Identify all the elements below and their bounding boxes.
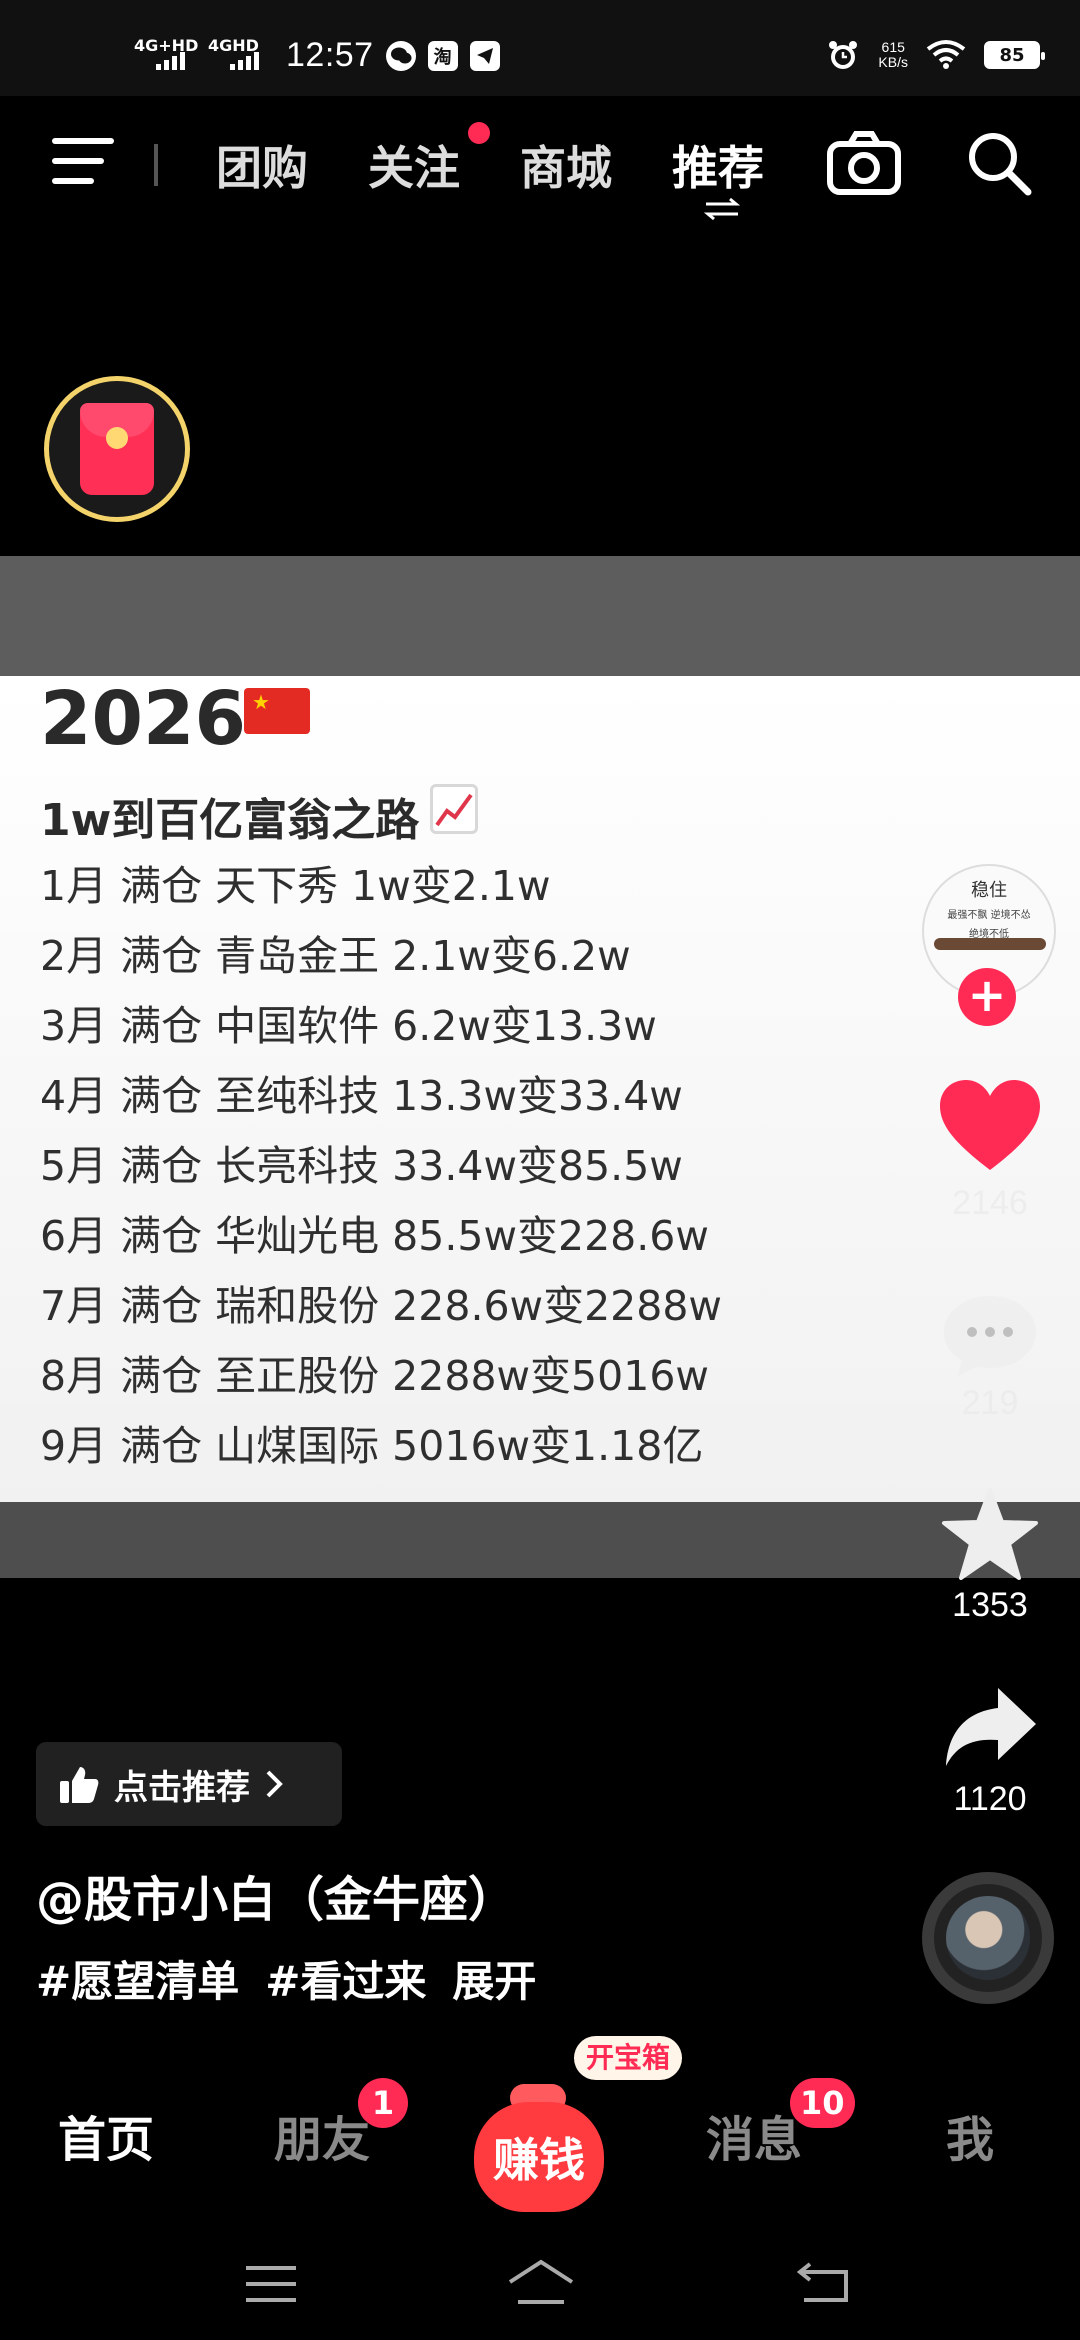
camera-icon[interactable] (826, 130, 902, 196)
signal-4g-plus: 4G+HD (134, 37, 198, 74)
friends-badge: 1 (358, 2078, 408, 2128)
wifi-icon (926, 40, 966, 69)
recommend-button[interactable]: 点击推荐 (36, 1742, 342, 1826)
notification-dot (468, 122, 490, 144)
share-count: 1120 (953, 1780, 1027, 1818)
bottom-tab-bar: 首页 朋友 1 赚钱 消息 10 我 (0, 2060, 1080, 2212)
author-name[interactable]: @股市小白（金牛座） (36, 1860, 516, 1930)
messages-badge: 10 (790, 2078, 855, 2128)
china-flag-icon (244, 688, 310, 734)
chevron-right-icon (266, 1770, 283, 1798)
tab-messages[interactable]: 消息 (706, 2100, 802, 2170)
chart-increasing-icon (430, 784, 478, 834)
signal-bars-icon (156, 51, 185, 70)
follow-button[interactable]: + (958, 968, 1016, 1026)
comment-count: 219 (961, 1384, 1019, 1422)
hashtag[interactable]: #看过来 (265, 1948, 426, 2009)
tab-earn[interactable]: 赚钱 (470, 2084, 606, 2212)
video-line: 9月 满仓 山煤国际 5016w变1.18亿 (40, 1422, 704, 1470)
tab-group-buy[interactable]: 团购 (216, 132, 308, 198)
thumbs-up-icon (60, 1767, 99, 1803)
like-count: 2146 (952, 1184, 1028, 1222)
music-cover (946, 1896, 1030, 1980)
status-right: 615 KB/s 85 (826, 38, 1045, 72)
hashtags: #愿望清单 #看过来 展开 (36, 1948, 536, 2009)
status-left: 4G+HD 4GHD 12:57 淘 (134, 36, 500, 75)
tab-home[interactable]: 首页 (58, 2100, 154, 2170)
taobao-icon: 淘 (427, 40, 458, 71)
favorite-count: 1353 (952, 1586, 1028, 1624)
wechat-icon (385, 40, 416, 71)
expand-link[interactable]: 展开 (452, 1948, 536, 2009)
tab-following[interactable]: 关注 (368, 132, 460, 198)
clock: 12:57 (286, 36, 374, 74)
swap-arrows-icon (704, 197, 740, 221)
network-speed: 615 KB/s (878, 39, 908, 70)
status-bar: 4G+HD 4GHD 12:57 淘 615 KB/s 85 (0, 0, 1080, 96)
tab-recommend[interactable]: 推荐 (672, 132, 764, 198)
video-line: 4月 满仓 至纯科技 13.3w变33.4w (40, 1072, 683, 1120)
top-nav: 团购 关注 商城 推荐 (0, 96, 1080, 236)
tab-mall[interactable]: 商城 (520, 132, 612, 198)
battery-indicator: 85 (984, 41, 1045, 69)
menu-icon[interactable] (52, 138, 114, 184)
red-envelope-icon (80, 403, 154, 495)
video-line: 2月 满仓 青岛金王 2.1w变6.2w (40, 932, 631, 980)
treasure-chest-tag[interactable]: 开宝箱 (574, 2036, 682, 2080)
red-envelope-button[interactable] (44, 376, 190, 522)
tab-friends[interactable]: 朋友 (274, 2100, 370, 2170)
video-year: 2026 (40, 676, 246, 762)
video-line: 5月 满仓 长亮科技 33.4w变85.5w (40, 1142, 683, 1190)
home-icon[interactable] (506, 2258, 576, 2306)
video-slogan: 1w到百亿富翁之路 (40, 795, 420, 846)
signal-bars-icon (230, 51, 259, 70)
alarm-icon (829, 41, 858, 69)
video-content[interactable]: 2026 1w到百亿富翁之路 1月 满仓 天下秀 1w变2.1w 2月 满仓 青… (0, 676, 1080, 1502)
video-line: 8月 满仓 至正股份 2288w变5016w (40, 1352, 709, 1400)
hashtag[interactable]: #愿望清单 (36, 1948, 239, 2009)
telegram-icon (469, 40, 500, 71)
heart-icon[interactable] (938, 1078, 1042, 1174)
search-icon[interactable] (964, 128, 1034, 198)
system-nav-bar (0, 2220, 1080, 2340)
divider (154, 144, 158, 186)
back-icon[interactable] (796, 2260, 852, 2304)
share-icon[interactable] (942, 1684, 1038, 1770)
star-icon[interactable] (940, 1486, 1040, 1582)
video-bottom-band (0, 1502, 1080, 1578)
music-disc[interactable] (922, 1872, 1054, 2004)
tab-me[interactable]: 我 (946, 2100, 994, 2170)
signal-4g: 4GHD (208, 37, 270, 74)
video-line: 7月 满仓 瑞和股份 228.6w变2288w (40, 1282, 722, 1330)
video-line: 6月 满仓 华灿光电 85.5w变228.6w (40, 1212, 709, 1260)
video-top-band (0, 556, 1080, 676)
video-line: 1月 满仓 天下秀 1w变2.1w (40, 862, 551, 910)
video-line: 3月 满仓 中国软件 6.2w变13.3w (40, 1002, 657, 1050)
recent-apps-icon[interactable] (244, 2264, 298, 2304)
comment-icon[interactable] (940, 1290, 1040, 1380)
